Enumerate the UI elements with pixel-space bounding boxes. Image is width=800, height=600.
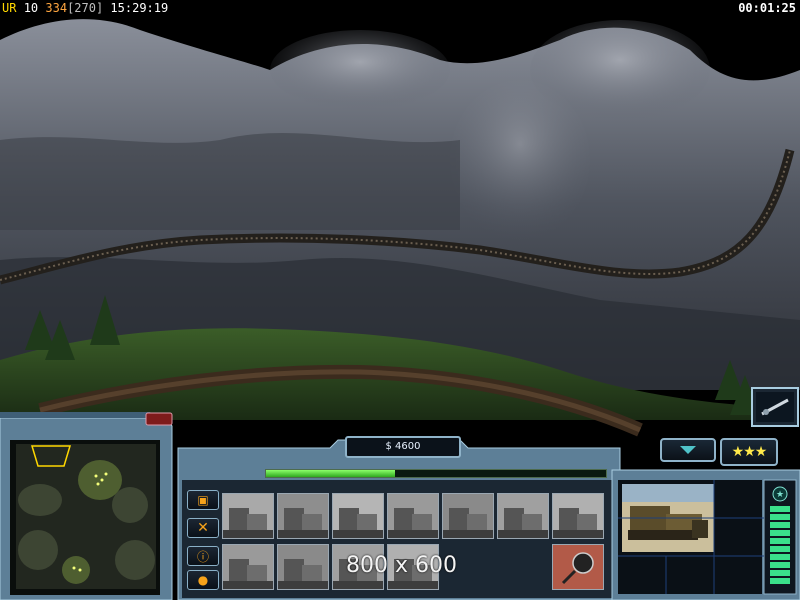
power-plant-button[interactable] xyxy=(222,544,274,590)
debug-clock: 15:29:19 xyxy=(110,1,169,15)
chat-button[interactable]: ● xyxy=(187,570,219,590)
barracks-icon xyxy=(278,494,328,538)
power-bar xyxy=(265,469,607,478)
game-viewport: UR 10 334[270] 15:29:19 00:01:25 $ 4600 … xyxy=(0,0,800,600)
resolution-label: 800 x 600 xyxy=(346,553,457,578)
artillery-button[interactable] xyxy=(442,493,494,539)
artillery-icon xyxy=(443,494,493,538)
radar-icon[interactable] xyxy=(756,392,794,422)
supply-center-button[interactable] xyxy=(332,493,384,539)
airfield-button[interactable] xyxy=(387,493,439,539)
money-display: $ 4600 xyxy=(345,436,461,458)
strategy-center-icon xyxy=(553,494,603,538)
build-icon: ✕ xyxy=(197,520,209,536)
supply-center-icon xyxy=(333,494,383,538)
chat-icon: ● xyxy=(197,573,209,587)
command-center-icon xyxy=(223,494,273,538)
war-factory-button[interactable] xyxy=(497,493,549,539)
command-center-button[interactable] xyxy=(222,493,274,539)
minimap[interactable] xyxy=(10,440,160,595)
game-timer: 00:01:25 xyxy=(738,1,796,15)
debug-fps: 10 xyxy=(23,1,39,15)
enemy-base-marker xyxy=(62,556,90,584)
alert-button[interactable]: ⓘ xyxy=(187,546,219,566)
options-button[interactable]: ▣ xyxy=(187,490,219,510)
debug-frame-bracket: [270] xyxy=(67,1,104,15)
power-plant-icon xyxy=(223,545,273,589)
war-factory-icon xyxy=(498,494,548,538)
build-button[interactable]: ✕ xyxy=(187,518,219,538)
special-power-button[interactable] xyxy=(552,544,604,590)
debug-prefix: UR xyxy=(2,1,17,15)
debug-frame: 334 xyxy=(45,1,68,15)
options-icon: ▣ xyxy=(197,493,209,507)
naval-yard-button[interactable] xyxy=(277,544,329,590)
alert-icon: ⓘ xyxy=(196,549,209,564)
barracks-button[interactable] xyxy=(277,493,329,539)
player-base-marker xyxy=(78,460,122,500)
rank-stars-button[interactable]: ★★★ xyxy=(720,438,778,466)
chevron-down-icon xyxy=(680,446,696,454)
cash-bounty-icon xyxy=(553,545,603,589)
naval-yard-icon xyxy=(278,545,328,589)
health-gauge: ★ xyxy=(770,486,790,584)
expand-button[interactable] xyxy=(660,438,716,462)
airfield-icon xyxy=(388,494,438,538)
svg-text:★: ★ xyxy=(776,490,784,500)
debug-overlay: UR 10 334[270] 15:29:19 xyxy=(0,0,168,16)
strategy-center-button[interactable] xyxy=(552,493,604,539)
